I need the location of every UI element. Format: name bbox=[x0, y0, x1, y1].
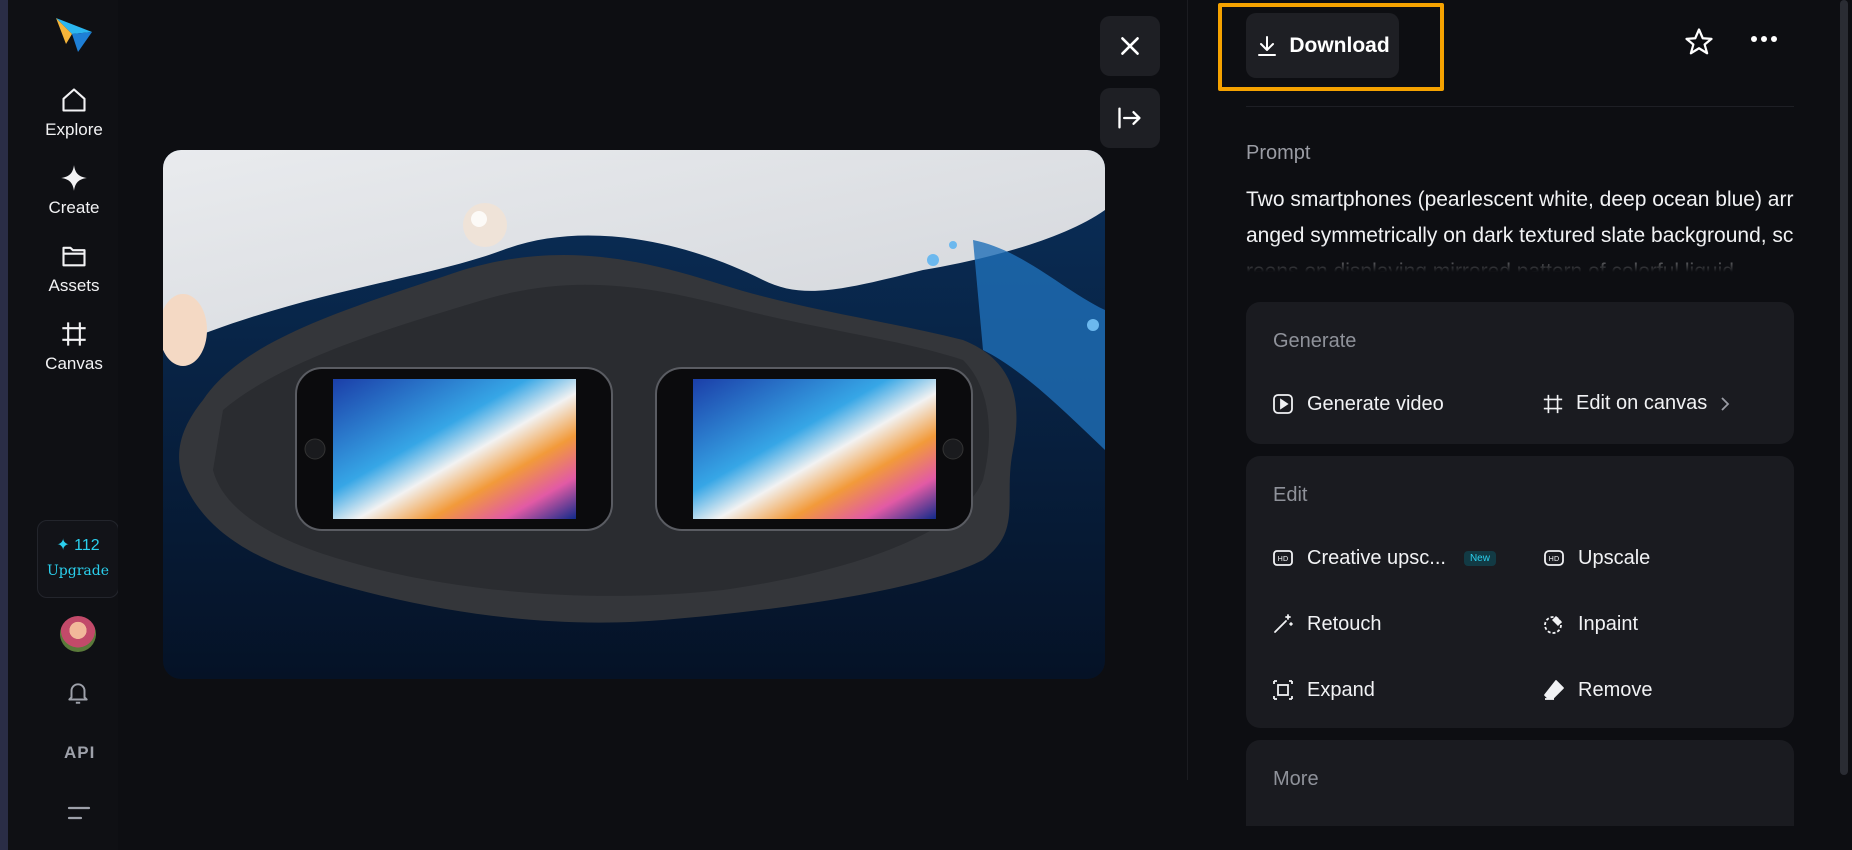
expand-button[interactable]: Expand bbox=[1271, 678, 1375, 702]
edit-card: Edit HD Creative upsc... New HD Upscale … bbox=[1246, 456, 1794, 728]
sidebar-item-label: Explore bbox=[45, 120, 103, 139]
play-square-icon bbox=[1273, 394, 1293, 414]
favorite-star-icon[interactable] bbox=[1684, 27, 1714, 57]
menu-icon[interactable] bbox=[67, 803, 91, 823]
canvas-icon bbox=[1543, 394, 1563, 413]
bell-icon[interactable] bbox=[65, 680, 91, 706]
download-button[interactable]: Download bbox=[1246, 13, 1399, 78]
generate-video-button[interactable]: Generate video bbox=[1271, 392, 1444, 416]
action-label: Retouch bbox=[1307, 612, 1382, 635]
arrow-to-right-icon bbox=[1118, 107, 1141, 129]
sidebar-item-explore[interactable]: Explore bbox=[30, 86, 118, 140]
sidebar-item-label: Assets bbox=[48, 276, 100, 295]
credits-panel[interactable]: ✦ 112 Upgrade bbox=[37, 520, 119, 598]
action-label: Remove bbox=[1578, 678, 1653, 701]
inpaint-button[interactable]: Inpaint bbox=[1542, 612, 1638, 636]
scrollbar[interactable] bbox=[1840, 0, 1848, 775]
hdr-icon: HD bbox=[1273, 550, 1293, 566]
edit-title: Edit bbox=[1273, 484, 1308, 506]
details-panel: Download Prompt Two smartphones (pearles… bbox=[1188, 0, 1852, 850]
creative-upscale-button[interactable]: HD Creative upsc... New bbox=[1271, 546, 1496, 570]
inpaint-icon bbox=[1544, 616, 1562, 634]
expand-icon bbox=[1273, 680, 1293, 700]
download-icon bbox=[1258, 35, 1277, 56]
action-label: Inpaint bbox=[1578, 612, 1639, 635]
sidebar-item-label: Canvas bbox=[45, 354, 103, 373]
action-label: Expand bbox=[1307, 678, 1375, 701]
sidebar-item-canvas[interactable]: Canvas bbox=[30, 320, 118, 374]
sidebar: Explore Create Assets Canvas ✦ 112 Upgra… bbox=[0, 0, 119, 850]
prompt-label: Prompt bbox=[1246, 142, 1311, 164]
separator bbox=[1246, 106, 1794, 107]
app-logo[interactable] bbox=[52, 14, 96, 54]
sidebar-item-assets[interactable]: Assets bbox=[30, 242, 118, 296]
action-label: Edit on canvas bbox=[1576, 392, 1708, 414]
magic-wand-icon bbox=[1274, 614, 1293, 633]
sidebar-item-create[interactable]: Create bbox=[30, 164, 118, 218]
home-icon bbox=[62, 88, 86, 112]
new-badge: New bbox=[1463, 550, 1496, 566]
folder-icon bbox=[62, 246, 86, 267]
credits-count: ✦ 112 bbox=[56, 537, 100, 554]
svg-text:HD: HD bbox=[1549, 555, 1560, 563]
generate-card: Generate Generate video Edit on canvas bbox=[1246, 302, 1794, 444]
prompt-text: Two smartphones (pearlescent white, deep… bbox=[1246, 188, 1794, 272]
more-options-icon[interactable] bbox=[1750, 33, 1778, 45]
sparkle-icon bbox=[61, 165, 87, 191]
action-label: Generate video bbox=[1307, 392, 1444, 415]
api-link[interactable]: API bbox=[64, 743, 95, 763]
action-label: Creative upsc... bbox=[1307, 546, 1446, 569]
hd-icon: HD bbox=[1544, 550, 1564, 566]
collapse-panel-button[interactable] bbox=[1100, 88, 1160, 148]
avatar[interactable] bbox=[60, 616, 96, 652]
upgrade-link[interactable]: Upgrade bbox=[38, 563, 118, 579]
close-button[interactable] bbox=[1100, 16, 1160, 76]
canvas-icon bbox=[62, 322, 86, 346]
retouch-button[interactable]: Retouch bbox=[1271, 612, 1382, 636]
more-title: More bbox=[1273, 768, 1319, 790]
generate-title: Generate bbox=[1273, 330, 1357, 352]
remove-button[interactable]: Remove bbox=[1542, 678, 1652, 702]
generated-image[interactable] bbox=[163, 150, 1105, 679]
image-viewer bbox=[118, 0, 1188, 850]
sidebar-item-label: Create bbox=[48, 198, 100, 217]
more-card: More bbox=[1246, 740, 1794, 826]
edit-on-canvas-button[interactable]: Edit on canvas bbox=[1542, 392, 1731, 415]
svg-text:HD: HD bbox=[1278, 555, 1289, 563]
eraser-icon bbox=[1544, 680, 1564, 700]
chevron-right-icon bbox=[1721, 396, 1730, 411]
close-icon bbox=[1121, 37, 1139, 55]
action-label: Upscale bbox=[1578, 546, 1651, 569]
upscale-button[interactable]: HD Upscale bbox=[1542, 546, 1650, 570]
download-label: Download bbox=[1289, 33, 1390, 57]
